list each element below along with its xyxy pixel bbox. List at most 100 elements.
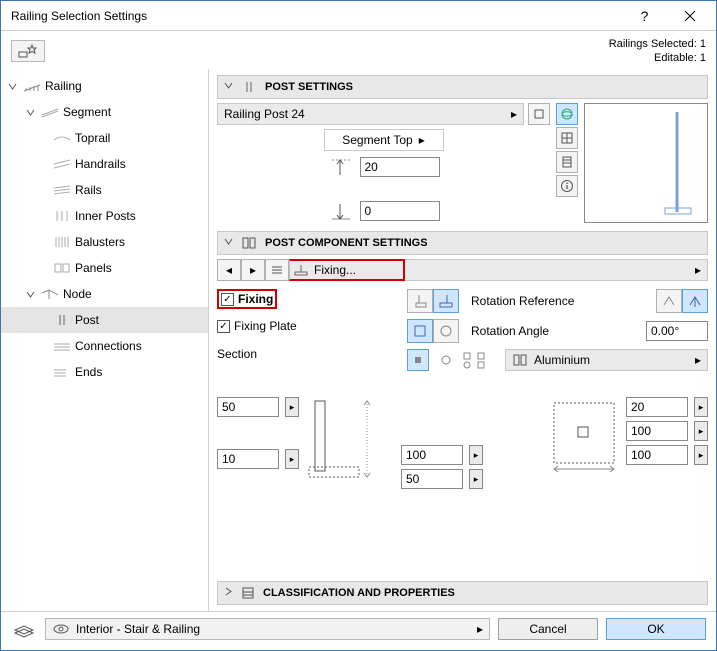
favorites-icon [18,44,38,58]
arrow-right-icon: ▸ [419,133,425,147]
toprail-icon [52,132,72,144]
chevron-right-icon [224,587,233,596]
view-section-button[interactable] [556,151,578,173]
arrow-right-icon: ▸ [695,263,701,277]
view-3d-button[interactable] [556,103,578,125]
classification-title: CLASSIFICATION AND PROPERTIES [263,587,455,599]
arrow-right-icon: ▸ [695,353,701,367]
prev-component-button[interactable]: ◂ [217,259,241,281]
dim-50b-stepper[interactable]: ▸ [469,469,483,489]
rotation-axis-toggle[interactable] [656,289,708,313]
arrow-right-icon: ▸ [511,107,517,121]
chevron-down-icon [26,108,35,117]
component-list-button[interactable] [265,259,289,281]
tree-panels[interactable]: Panels [1,255,208,281]
square-icon [534,109,544,119]
editable-count: Editable: 1 [609,51,706,65]
section-icon [560,155,574,169]
ref-b-icon [438,293,454,309]
section-opt-1[interactable] [407,349,429,371]
tree-handrails[interactable]: Handrails [1,151,208,177]
rotation-angle-input[interactable] [646,321,708,341]
help-button[interactable]: ? [622,1,667,31]
post-settings-header[interactable]: POST SETTINGS [217,75,708,99]
tree-toprail[interactable]: Toprail [1,125,208,151]
classification-header[interactable]: CLASSIFICATION AND PROPERTIES [217,581,708,605]
fixing-checkbox[interactable]: ✓Fixing [221,292,273,306]
dim-20-stepper[interactable]: ▸ [694,397,708,417]
chevron-down-icon [26,290,35,299]
tree-connections[interactable]: Connections [1,333,208,359]
tree-view: Railing Segment Toprail Handrails Rails [1,69,209,611]
preview-panel [584,103,708,223]
circle-icon [439,324,453,338]
offset-top-icon [328,157,354,179]
main-area: Railing Segment Toprail Handrails Rails [1,69,716,611]
component-icon [241,236,257,250]
favorites-button[interactable] [11,40,45,62]
fixing-plate-checkbox[interactable]: ✓Fixing Plate [217,319,397,333]
material-icon [512,353,528,367]
dim-100b-input[interactable] [626,421,688,441]
chevron-down-icon [224,81,233,90]
tree-railing[interactable]: Railing [1,73,208,99]
connections-icon [52,340,72,352]
layer-dropdown[interactable]: Interior - Stair & Railing ▸ [45,618,490,640]
ok-button[interactable]: OK [606,618,706,640]
view-mode-buttons [556,103,578,223]
fixing-tab[interactable]: Fixing... [314,263,356,277]
side-elevation-diagram [305,397,395,489]
material-dropdown[interactable]: Aluminium ▸ [505,349,708,371]
dim-100a-stepper[interactable]: ▸ [469,445,483,465]
offset-bottom-input[interactable] [360,201,440,221]
segment-icon [40,105,60,119]
rotation-ref-toggle[interactable] [407,289,459,313]
tree-ends[interactable]: Ends [1,359,208,385]
dim-50-stepper[interactable]: ▸ [285,397,299,417]
dim-50-input[interactable] [217,397,279,417]
dim-100c-input[interactable] [626,445,688,465]
circle-icon [441,355,451,365]
offset-bottom-icon [328,201,354,223]
dim-100b-stepper[interactable]: ▸ [694,421,708,441]
offset-top-input[interactable] [360,157,440,177]
tree-post[interactable]: Post [1,307,208,333]
arrow-right-icon: ▸ [477,622,483,636]
tree-inner-posts[interactable]: Inner Posts [1,203,208,229]
balusters-icon [52,235,72,249]
dim-10-stepper[interactable]: ▸ [285,449,299,469]
rails-icon [52,184,72,196]
tree-balusters[interactable]: Balusters [1,229,208,255]
globe-icon [560,107,574,121]
view-info-button[interactable] [556,175,578,197]
profile-square-toggle[interactable] [528,103,550,125]
bottom-bar: Interior - Stair & Railing ▸ Cancel OK [1,611,716,650]
tree-segment[interactable]: Segment [1,99,208,125]
view-plan-button[interactable] [556,127,578,149]
axis-a-icon [661,293,677,309]
post-profile-dropdown[interactable]: Railing Post 24 ▸ [217,103,524,125]
post-preview-icon [585,104,709,222]
chevron-down-icon [224,237,233,246]
dim-20-input[interactable] [626,397,688,417]
plate-shape-toggle[interactable] [407,319,459,343]
sm-circ-icon [463,361,471,369]
tree-node[interactable]: Node [1,281,208,307]
component-settings-header[interactable]: POST COMPONENT SETTINGS [217,231,708,255]
segment-top-dropdown[interactable]: Segment Top ▸ [324,129,444,151]
dim-100c-stepper[interactable]: ▸ [694,445,708,465]
component-tab-scroll[interactable]: ▸ [405,259,708,281]
dim-10-input[interactable] [217,449,279,469]
component-settings-title: POST COMPONENT SETTINGS [265,237,428,249]
close-button[interactable] [667,1,712,31]
section-opt-2[interactable] [435,349,457,371]
section-label: Section [217,347,257,361]
dim-100a-input[interactable] [401,445,463,465]
inner-posts-icon [52,209,72,223]
cancel-button[interactable]: Cancel [498,618,598,640]
tree-rails[interactable]: Rails [1,177,208,203]
railing-icon [22,79,42,93]
next-component-button[interactable]: ▸ [241,259,265,281]
dim-50b-input[interactable] [401,469,463,489]
dialog-window: Railing Selection Settings ? Railings Se… [0,0,717,651]
